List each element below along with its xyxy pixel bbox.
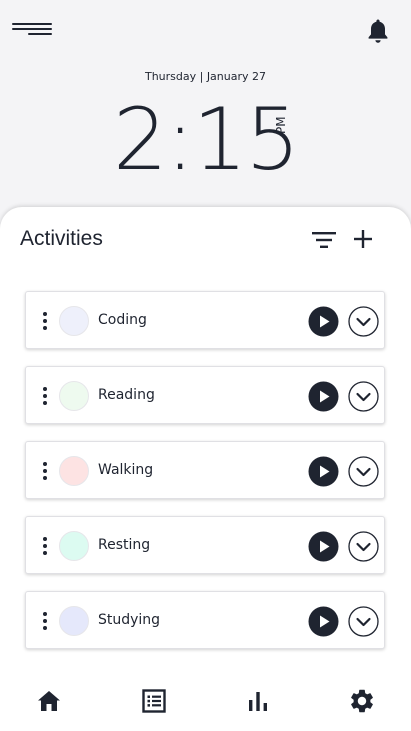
current-date: Thursday | January 27 xyxy=(144,70,267,83)
plus-icon xyxy=(354,230,372,248)
play-icon xyxy=(308,606,339,637)
nav-settings-button[interactable] xyxy=(348,687,376,715)
chevron-down-icon xyxy=(348,306,379,337)
filter-icon xyxy=(312,232,336,248)
activity-label: Reading xyxy=(98,387,155,403)
activity-color-dot xyxy=(59,531,89,561)
play-icon xyxy=(308,381,339,412)
gear-icon xyxy=(351,689,373,713)
chevron-down-icon xyxy=(348,531,379,562)
play-button[interactable] xyxy=(308,456,339,487)
play-button[interactable] xyxy=(308,381,339,412)
activity-label: Resting xyxy=(98,537,151,553)
activity-color-dot xyxy=(59,606,89,636)
nav-list-button[interactable] xyxy=(140,687,168,715)
expand-button[interactable] xyxy=(348,606,379,637)
activity-color-dot xyxy=(59,456,89,486)
chevron-down-icon xyxy=(348,381,379,412)
bottom-navigation xyxy=(0,681,411,721)
home-icon xyxy=(38,691,60,711)
activity-list: Coding Reading Walking Resting Studying xyxy=(25,291,385,666)
play-button[interactable] xyxy=(308,306,339,337)
activity-label: Coding xyxy=(98,312,147,328)
notifications-button[interactable] xyxy=(366,17,390,45)
drag-dots-icon[interactable] xyxy=(42,312,48,330)
activity-item[interactable]: Reading xyxy=(25,366,385,424)
expand-button[interactable] xyxy=(348,531,379,562)
play-icon xyxy=(308,306,339,337)
play-button[interactable] xyxy=(308,531,339,562)
bar-chart-icon xyxy=(249,692,267,711)
chevron-down-icon xyxy=(348,606,379,637)
activities-panel: Activities Coding Reading Walking Resting St… xyxy=(0,207,411,731)
filter-button[interactable] xyxy=(311,229,337,251)
chevron-down-icon xyxy=(348,456,379,487)
play-button[interactable] xyxy=(308,606,339,637)
list-icon xyxy=(142,689,166,713)
add-activity-button[interactable] xyxy=(351,227,375,251)
activity-item[interactable]: Studying xyxy=(25,591,385,649)
bell-icon xyxy=(368,19,388,43)
drag-dots-icon[interactable] xyxy=(42,387,48,405)
menu-icon-line xyxy=(28,33,52,35)
menu-button[interactable] xyxy=(12,20,54,42)
activity-item[interactable]: Walking xyxy=(25,441,385,499)
top-bar xyxy=(0,0,411,60)
time-meridiem: PM xyxy=(274,116,288,134)
activity-color-dot xyxy=(59,381,89,411)
activity-label: Studying xyxy=(98,612,161,628)
nav-home-button[interactable] xyxy=(35,687,63,715)
activity-color-dot xyxy=(59,306,89,336)
expand-button[interactable] xyxy=(348,381,379,412)
activity-label: Walking xyxy=(98,462,154,478)
menu-icon-line xyxy=(12,23,52,25)
play-icon xyxy=(308,531,339,562)
activity-item[interactable]: Resting xyxy=(25,516,385,574)
nav-stats-button[interactable] xyxy=(244,687,272,715)
drag-dots-icon[interactable] xyxy=(42,612,48,630)
current-time: 2:15 xyxy=(112,90,300,190)
activity-item[interactable]: Coding xyxy=(25,291,385,349)
drag-dots-icon[interactable] xyxy=(42,537,48,555)
clock: 2:15 xyxy=(0,92,411,188)
drag-dots-icon[interactable] xyxy=(42,462,48,480)
expand-button[interactable] xyxy=(348,456,379,487)
expand-button[interactable] xyxy=(348,306,379,337)
panel-title: Activities xyxy=(20,227,103,250)
menu-icon-line xyxy=(12,28,52,30)
play-icon xyxy=(308,456,339,487)
